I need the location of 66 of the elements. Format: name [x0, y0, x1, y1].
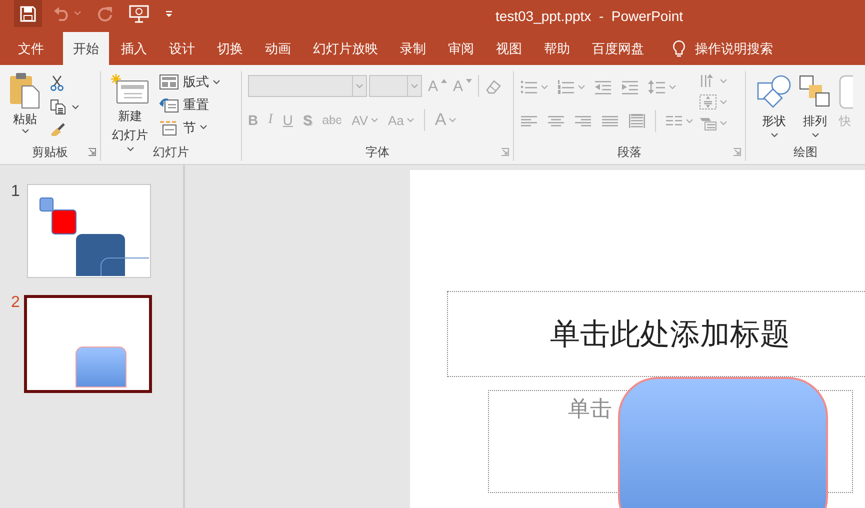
ribbon-tab[interactable]: 帮助 [534, 32, 580, 65]
slide-number: 2 [10, 295, 21, 311]
caret-icon [770, 133, 778, 138]
lightbulb-icon[interactable] [672, 40, 686, 58]
caret-icon [411, 84, 418, 88]
layout-button[interactable]: 版式 [159, 73, 220, 92]
shapes-button[interactable]: 形状 [754, 71, 794, 143]
window-title: test03_ppt.pptx - PowerPoint [495, 8, 683, 24]
ribbon-tab[interactable]: 视图 [486, 32, 532, 65]
ribbon-tab[interactable]: 动画 [255, 32, 301, 65]
shapes-icon [757, 75, 791, 109]
ribbon-tab[interactable]: 设计 [159, 32, 205, 65]
reset-icon [159, 97, 179, 113]
launcher-icon[interactable] [88, 148, 96, 156]
scissors-icon[interactable] [50, 75, 64, 91]
caret-icon [406, 118, 414, 122]
caret-icon [126, 147, 134, 152]
ribbon-tab[interactable]: 幻灯片放映 [303, 32, 388, 65]
group-label: 幻灯片 [153, 144, 189, 160]
layout-icon [159, 74, 179, 90]
search-label[interactable]: 操作说明搜索 [695, 40, 773, 58]
align-text-icon[interactable] [699, 94, 717, 110]
eraser-icon[interactable] [485, 78, 504, 94]
font-size-field[interactable] [369, 75, 422, 97]
save-icon[interactable] [20, 6, 36, 22]
caret-icon [356, 84, 363, 88]
caret-icon [371, 118, 378, 122]
section-icon [159, 120, 179, 136]
ribbon-tab[interactable]: 插入 [111, 32, 157, 65]
paste-button[interactable]: 粘贴 [6, 71, 44, 143]
copy-icon[interactable] [50, 99, 66, 115]
caret-icon[interactable] [72, 104, 79, 110]
thumbnail-drawing [76, 346, 126, 388]
ribbon-tab[interactable]: 切换 [207, 32, 253, 65]
caret-icon [812, 133, 818, 138]
style-box-icon [839, 75, 853, 109]
presentation-icon[interactable] [129, 4, 149, 22]
ribbon-tab[interactable]: 开始 [63, 32, 109, 65]
customize-icon[interactable] [165, 10, 173, 18]
caret-icon [213, 80, 220, 85]
new-slide-button[interactable]: 新建 幻灯片 [107, 71, 153, 143]
arrange-icon [799, 75, 831, 109]
caret-icon [200, 125, 207, 130]
reset-button[interactable]: 重置 [159, 96, 209, 114]
ribbon-tab[interactable]: 文件 [8, 32, 54, 65]
subtitle-placeholder-text[interactable]: 单击 [568, 397, 612, 422]
caret-icon [22, 129, 28, 134]
paintbrush-icon[interactable] [50, 123, 66, 137]
clipboard-icon [9, 71, 41, 109]
section-button[interactable]: 节 [159, 118, 207, 138]
decrease-marker-icon [466, 78, 472, 82]
rounded-rectangle[interactable] [618, 377, 828, 508]
slide-number: 1 [10, 184, 21, 200]
ribbon-tab[interactable]: 录制 [390, 32, 436, 65]
font-name-field[interactable] [248, 75, 367, 97]
group-label: 段落 [618, 144, 642, 160]
arrange-button[interactable]: 排列 [796, 71, 834, 143]
ribbon-tab[interactable]: 百度网盘 [582, 32, 654, 65]
group-label: 绘图 [794, 144, 818, 160]
group-label: 剪贴板 [32, 144, 68, 160]
ribbon-tab[interactable]: 审阅 [438, 32, 484, 65]
new-slide-icon [110, 73, 150, 105]
group-label: 字体 [366, 144, 390, 160]
slide-thumbnail[interactable] [24, 295, 152, 393]
caret-icon [449, 118, 456, 122]
increase-marker-icon [441, 78, 448, 82]
